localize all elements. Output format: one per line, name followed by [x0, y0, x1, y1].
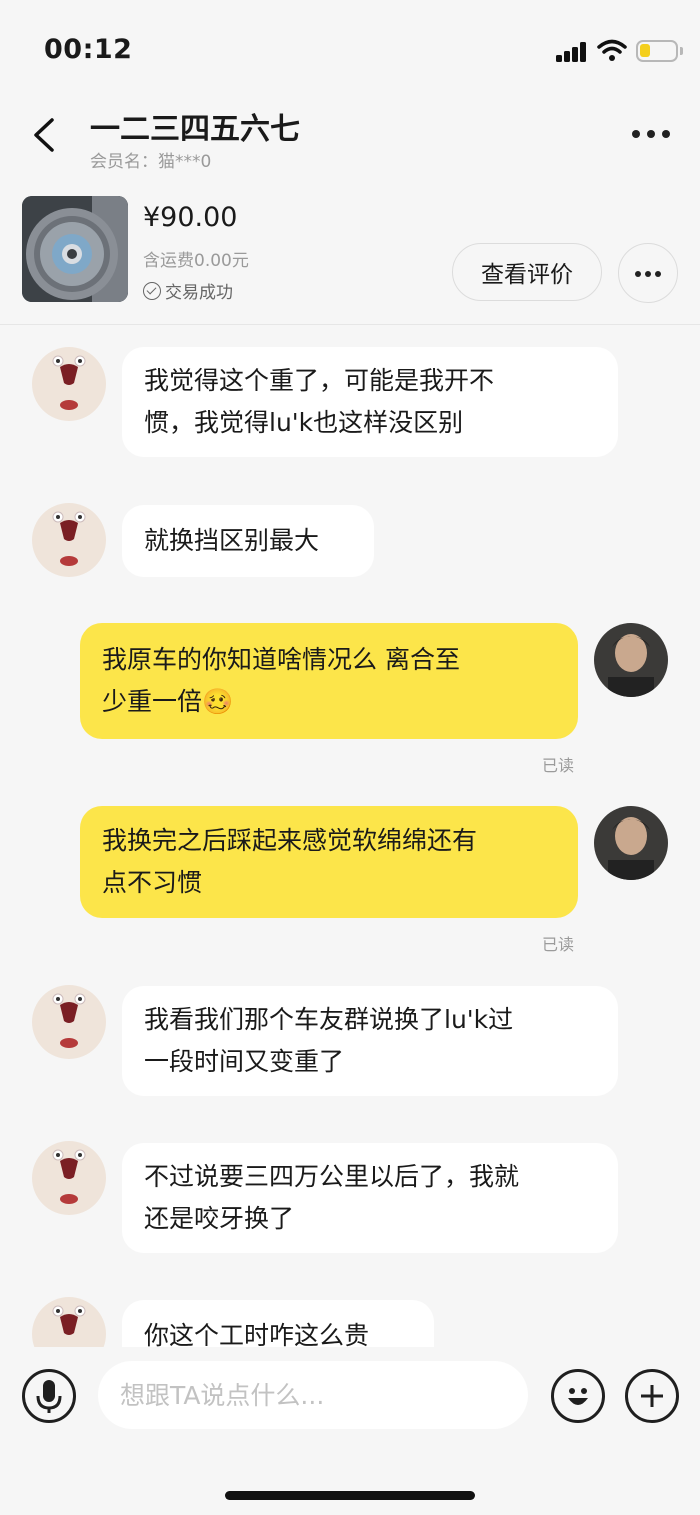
bear-avatar-icon: [32, 985, 106, 1059]
wifi-icon: [597, 39, 627, 61]
input-bar: [0, 1347, 700, 1515]
user-avatar[interactable]: [594, 623, 668, 697]
shipping-fee: 含运费0.00元: [143, 251, 249, 271]
signal-bars-icon: [556, 42, 588, 62]
user-avatar[interactable]: [594, 806, 668, 880]
bear-avatar-icon: [32, 1297, 106, 1347]
plus-icon: [641, 1385, 663, 1407]
microphone-icon: [36, 1380, 62, 1413]
home-indicator[interactable]: [225, 1491, 475, 1500]
bear-avatar-icon: [32, 503, 106, 577]
person-photo-icon: [594, 806, 668, 880]
message-bubble[interactable]: 你这个工时咋这么贵: [122, 1300, 434, 1347]
voice-button[interactable]: [22, 1369, 76, 1423]
status-bar: 00:12: [0, 0, 700, 100]
product-image[interactable]: [22, 196, 128, 302]
read-receipt: 已读: [542, 935, 575, 954]
read-receipt: 已读: [542, 756, 575, 775]
message-bubble[interactable]: 我看我们那个车友群说换了lu'k过 一段时间又变重了: [122, 986, 618, 1096]
contact-name: 一二三四五六七: [90, 112, 300, 147]
seller-avatar[interactable]: [32, 1297, 106, 1347]
emoji-button[interactable]: [551, 1369, 605, 1423]
bear-avatar-icon: [32, 1141, 106, 1215]
seller-avatar[interactable]: [32, 347, 106, 421]
trade-status: 交易成功: [143, 278, 233, 303]
message-input[interactable]: [98, 1361, 528, 1429]
seller-avatar[interactable]: [32, 503, 106, 577]
message-bubble[interactable]: 我觉得这个重了，可能是我开不 惯，我觉得lu'k也这样没区别: [122, 347, 618, 457]
message-list[interactable]: 我觉得这个重了，可能是我开不 惯，我觉得lu'k也这样没区别 就换挡区别最大 我原…: [0, 325, 700, 1347]
status-time: 00:12: [44, 34, 133, 65]
message-bubble[interactable]: 不过说要三四万公里以后了，我就 还是咬牙换了: [122, 1143, 618, 1253]
person-photo-icon: [594, 623, 668, 697]
trade-status-label: 交易成功: [165, 283, 233, 303]
add-button[interactable]: [625, 1369, 679, 1423]
seller-avatar[interactable]: [32, 985, 106, 1059]
bear-avatar-icon: [32, 347, 106, 421]
message-bubble-own[interactable]: 我换完之后踩起来感觉软绵绵还有 点不习惯: [80, 806, 578, 918]
battery-icon: [636, 40, 683, 62]
smiley-face-icon: [568, 1388, 588, 1405]
more-options-icon[interactable]: [628, 122, 674, 146]
message-bubble[interactable]: 就换挡区别最大: [122, 505, 374, 577]
check-circle-icon: [143, 281, 161, 300]
product-price: ¥90.00: [143, 202, 238, 233]
clutch-disc-icon: [22, 196, 128, 302]
member-name-label: 会员名：猫***0: [90, 152, 212, 172]
back-arrow-icon[interactable]: [26, 112, 66, 158]
message-bubble-own[interactable]: 我原车的你知道啥情况么 离合至 少重一倍🥴: [80, 623, 578, 739]
seller-avatar[interactable]: [32, 1141, 106, 1215]
product-more-button[interactable]: [618, 243, 678, 303]
view-review-button[interactable]: 查看评价: [452, 243, 602, 301]
